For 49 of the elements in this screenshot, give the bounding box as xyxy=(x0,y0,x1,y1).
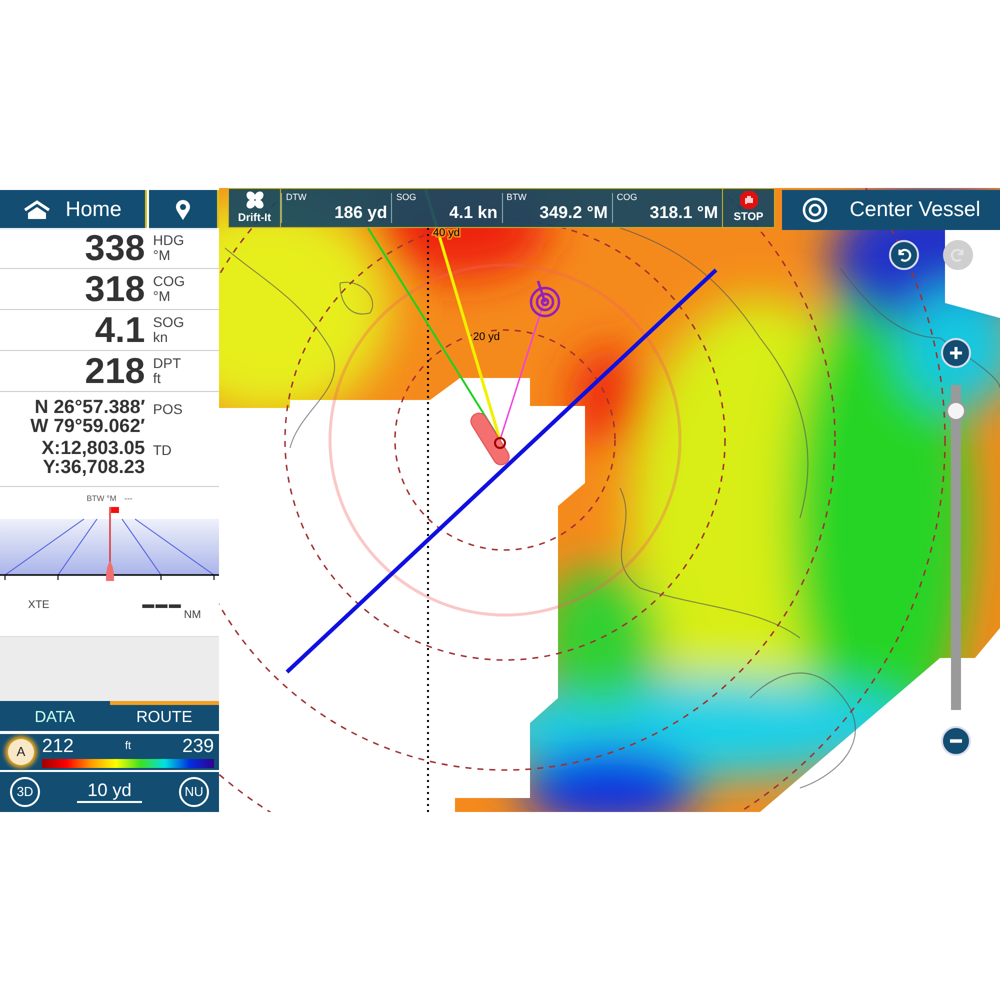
position-coordinates: N 26°57.388′ W 79°59.062′ xyxy=(29,398,145,437)
waypoint-button[interactable] xyxy=(149,190,219,230)
panel-tab[interactable]: ROUTE xyxy=(110,701,219,731)
minus-icon xyxy=(949,739,963,743)
home-button[interactable]: Home xyxy=(0,190,147,230)
target-icon xyxy=(530,280,560,318)
home-icon xyxy=(23,200,52,220)
readout-value: 4.1 kn xyxy=(449,202,498,224)
readout-label: COG xyxy=(616,191,638,204)
data-value: 4.1 xyxy=(94,312,145,348)
north-up-button[interactable]: NU xyxy=(178,777,209,807)
data-label: POS xyxy=(152,400,183,417)
data-value: 218 xyxy=(84,353,145,389)
readout-label: SOG xyxy=(396,191,416,204)
btw-value: --- xyxy=(124,492,132,504)
range-label: 20 yd xyxy=(473,331,500,343)
depth-contour-line xyxy=(340,282,374,314)
stop-sign-icon xyxy=(740,190,758,209)
xte-label: XTE xyxy=(28,598,50,612)
drift-it-button[interactable]: Drift-It xyxy=(229,189,281,227)
data-value: 318 xyxy=(84,271,145,307)
data-value: 338 xyxy=(84,230,145,266)
readout-value: 186 yd xyxy=(334,202,388,224)
center-vessel-button[interactable]: Center Vessel xyxy=(782,190,1000,230)
grid-coordinates: X:12,803.05 Y:36,708.23 xyxy=(40,438,145,478)
plus-icon xyxy=(949,346,963,360)
scale-indicator: 10 yd xyxy=(77,781,142,803)
readout-value: 349.2 °M xyxy=(540,202,608,224)
data-label: HDG °M xyxy=(152,233,184,263)
readout-label: BTW xyxy=(506,191,526,204)
target-icon xyxy=(802,197,828,223)
depth-unit: ft xyxy=(124,740,132,752)
depth-min: 212 xyxy=(42,736,74,756)
depth-max: 239 xyxy=(182,736,214,756)
stop-button[interactable]: STOP xyxy=(722,189,774,227)
data-label: DPT ft xyxy=(152,356,181,386)
readout-value: 318.1 °M xyxy=(650,202,718,224)
location-pin-icon xyxy=(175,199,191,221)
auto-mode-badge[interactable]: A xyxy=(8,739,34,765)
data-label: SOG kn xyxy=(152,315,184,345)
view-3d-button[interactable]: 3D xyxy=(10,777,40,807)
readout-label: DTW xyxy=(286,191,306,204)
xte-value: ▬ ▬ ▬ xyxy=(142,596,180,612)
data-label: TD xyxy=(152,440,172,458)
panel-tab[interactable]: DATA xyxy=(0,701,110,731)
fan-icon xyxy=(244,190,264,210)
btw-label: BTW °M xyxy=(86,492,116,504)
data-label: COG °M xyxy=(152,274,185,304)
xte-unit: NM xyxy=(184,608,201,622)
